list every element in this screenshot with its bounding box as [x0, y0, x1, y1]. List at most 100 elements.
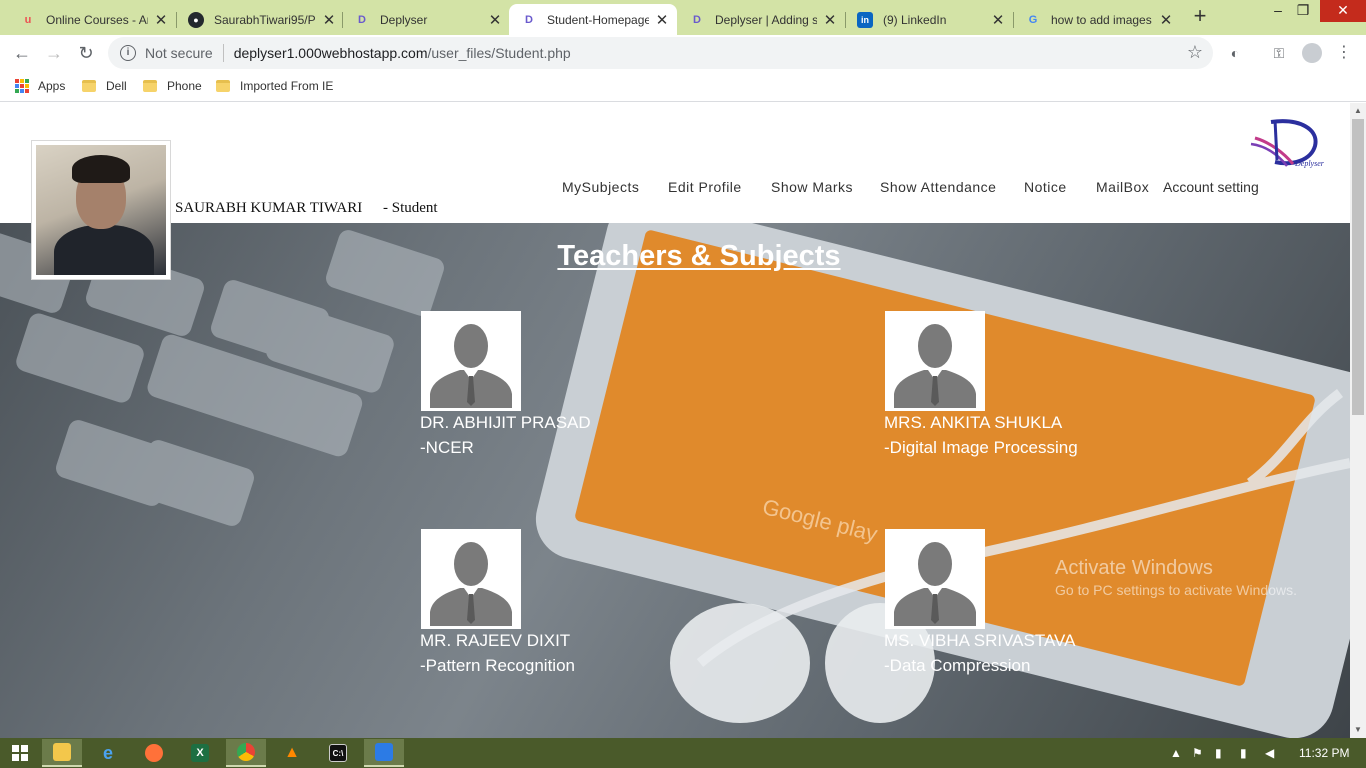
tab-strip: u Online Courses - Ar ✕ ● SaurabhTiwari9… [0, 0, 1366, 35]
profile-photo[interactable] [31, 140, 171, 280]
page-scrollbar[interactable]: ▲ ▼ [1350, 103, 1366, 738]
close-icon[interactable]: ✕ [1159, 11, 1173, 29]
scroll-down-icon[interactable]: ▼ [1350, 722, 1366, 738]
clock-time[interactable]: 11:32 PM [1299, 746, 1349, 760]
bookmark-phone[interactable]: Phone [143, 77, 202, 95]
tab-title: (9) LinkedIn [883, 12, 947, 27]
teacher-avatar [885, 529, 985, 629]
teacher-avatar [421, 529, 521, 629]
photos-icon [375, 743, 393, 761]
tab-github[interactable]: ● SaurabhTiwari95/Pl ✕ [176, 4, 344, 35]
close-icon[interactable]: ✕ [991, 11, 1005, 29]
chrome-icon [237, 743, 255, 761]
battery-icon[interactable]: ▮ [1240, 746, 1247, 760]
nav-my-subjects[interactable]: MySubjects [562, 179, 639, 195]
nav-edit-profile[interactable]: Edit Profile [668, 179, 742, 195]
teacher-card[interactable]: DR. ABHIJIT PRASAD -NCER [420, 311, 680, 458]
bookmark-star-icon[interactable]: ☆ [1187, 42, 1203, 63]
udemy-icon: u [24, 13, 32, 26]
cmd-icon: C:\ [329, 744, 347, 762]
teacher-name: MRS. ANKITA SHUKLA [884, 413, 1063, 432]
nav-show-marks[interactable]: Show Marks [771, 179, 853, 195]
bookmark-dell[interactable]: Dell [82, 77, 127, 95]
start-button[interactable] [0, 739, 40, 767]
cmd-button[interactable]: C:\ [318, 739, 358, 767]
nav-account-setting[interactable]: Account setting [1163, 179, 1259, 195]
close-window-button[interactable]: ✕ [1320, 0, 1366, 22]
logo-text: Deplyser [1294, 159, 1325, 168]
watermark-line2: Go to PC settings to activate Windows. [1055, 582, 1297, 598]
info-icon[interactable]: i [120, 45, 136, 61]
watermark-line1: Activate Windows [1055, 557, 1213, 579]
tab-online-courses[interactable]: u Online Courses - Ar ✕ [8, 4, 176, 35]
excel-button[interactable]: X [180, 739, 220, 767]
close-icon[interactable]: ✕ [655, 11, 669, 29]
tray-chevron-icon[interactable]: ▲ [1170, 746, 1182, 760]
bookmark-imported-from-ie[interactable]: Imported From IE [216, 77, 333, 95]
user-silhouette-icon [424, 314, 518, 408]
folder-icon [143, 80, 157, 92]
browser-toolbar: ← → ↻ i Not secure deplyser1.000webhosta… [0, 35, 1366, 71]
nav-mailbox[interactable]: MailBox [1096, 179, 1149, 195]
section-title: Teachers & Subjects [557, 240, 841, 272]
nav-show-attendance[interactable]: Show Attendance [880, 179, 996, 195]
menu-kebab-icon[interactable]: ⋮ [1334, 43, 1354, 63]
new-tab-button[interactable]: + [1188, 5, 1212, 29]
back-arrow-icon[interactable]: ← [10, 41, 34, 65]
bookmark-apps[interactable]: Apps [15, 77, 65, 95]
teacher-card[interactable]: MRS. ANKITA SHUKLA -Digital Image Proces… [884, 311, 1144, 458]
close-icon[interactable]: ✕ [823, 11, 837, 29]
teacher-name: MR. RAJEEV DIXIT [420, 631, 571, 650]
firefox-button[interactable] [134, 739, 174, 767]
firefox-icon [145, 744, 163, 762]
address-bar[interactable]: i Not secure deplyser1.000webhostapp.com… [108, 37, 1213, 69]
close-icon[interactable]: ✕ [488, 11, 502, 29]
student-role: - Student [383, 200, 438, 216]
network-icon[interactable]: ▮ [1215, 746, 1222, 760]
vlc-icon: ▲ [284, 744, 300, 761]
deplyser-icon: D [358, 13, 366, 26]
teacher-subject: -Data Compression [884, 656, 1031, 675]
teacher-card[interactable]: MS. VIBHA SRIVASTAVA -Data Compression [884, 529, 1144, 676]
nav-notice[interactable]: Notice [1024, 179, 1067, 195]
teacher-avatar [421, 311, 521, 411]
github-icon: ● [188, 11, 204, 28]
dark-mode-extension-icon[interactable]: ◐ [1225, 43, 1245, 63]
profile-avatar-icon[interactable] [1302, 43, 1322, 63]
reload-icon[interactable]: ↻ [74, 41, 98, 65]
url-host: deplyser1.000webhostapp.com [233, 45, 428, 61]
tab-google-search[interactable]: G how to add images ✕ [1013, 4, 1181, 35]
close-icon[interactable]: ✕ [322, 11, 336, 29]
teacher-card[interactable]: MR. RAJEEV DIXIT -Pattern Recognition [420, 529, 680, 676]
file-explorer-button[interactable] [42, 739, 82, 767]
tab-deplyser-adding[interactable]: D Deplyser | Adding s ✕ [677, 4, 845, 35]
key-icon[interactable]: ⚿ [1269, 43, 1289, 63]
photo-hair [72, 155, 130, 183]
hero-section: Google play Teachers & Subjects DR. ABHI… [0, 223, 1350, 738]
teacher-name: DR. ABHIJIT PRASAD [420, 413, 591, 432]
page-viewport: SAURABH KUMAR TIWARI - Student MySubject… [0, 103, 1350, 738]
teacher-subject: -Digital Image Processing [884, 438, 1078, 457]
scrollbar-thumb[interactable] [1352, 119, 1364, 415]
close-icon[interactable]: ✕ [154, 11, 168, 29]
chrome-button[interactable] [226, 739, 266, 767]
excel-icon: X [191, 744, 209, 762]
bookmark-label: Phone [167, 79, 202, 93]
deplyser-logo[interactable]: Deplyser [1249, 116, 1329, 171]
teacher-name: MS. VIBHA SRIVASTAVA [884, 631, 1076, 650]
tab-student-homepage[interactable]: D Student-Homepage ✕ [509, 4, 677, 35]
flag-icon[interactable]: ⚑ [1192, 746, 1203, 760]
tab-linkedin[interactable]: in (9) LinkedIn ✕ [845, 4, 1013, 35]
user-silhouette-icon [424, 532, 518, 626]
vlc-button[interactable]: ▲ [272, 739, 312, 767]
forward-arrow-icon[interactable]: → [42, 41, 66, 65]
volume-icon[interactable]: ◀ [1265, 746, 1274, 760]
tab-title: Student-Homepage [547, 12, 649, 27]
internet-explorer-button[interactable]: e [88, 739, 128, 767]
windows-logo-icon [12, 745, 28, 761]
omnibox-divider [222, 44, 224, 62]
tab-deplyser[interactable]: D Deplyser ✕ [342, 4, 510, 35]
scroll-up-icon[interactable]: ▲ [1350, 103, 1366, 119]
maximize-button[interactable]: ❐ [1286, 0, 1320, 22]
photos-button[interactable] [364, 739, 404, 767]
